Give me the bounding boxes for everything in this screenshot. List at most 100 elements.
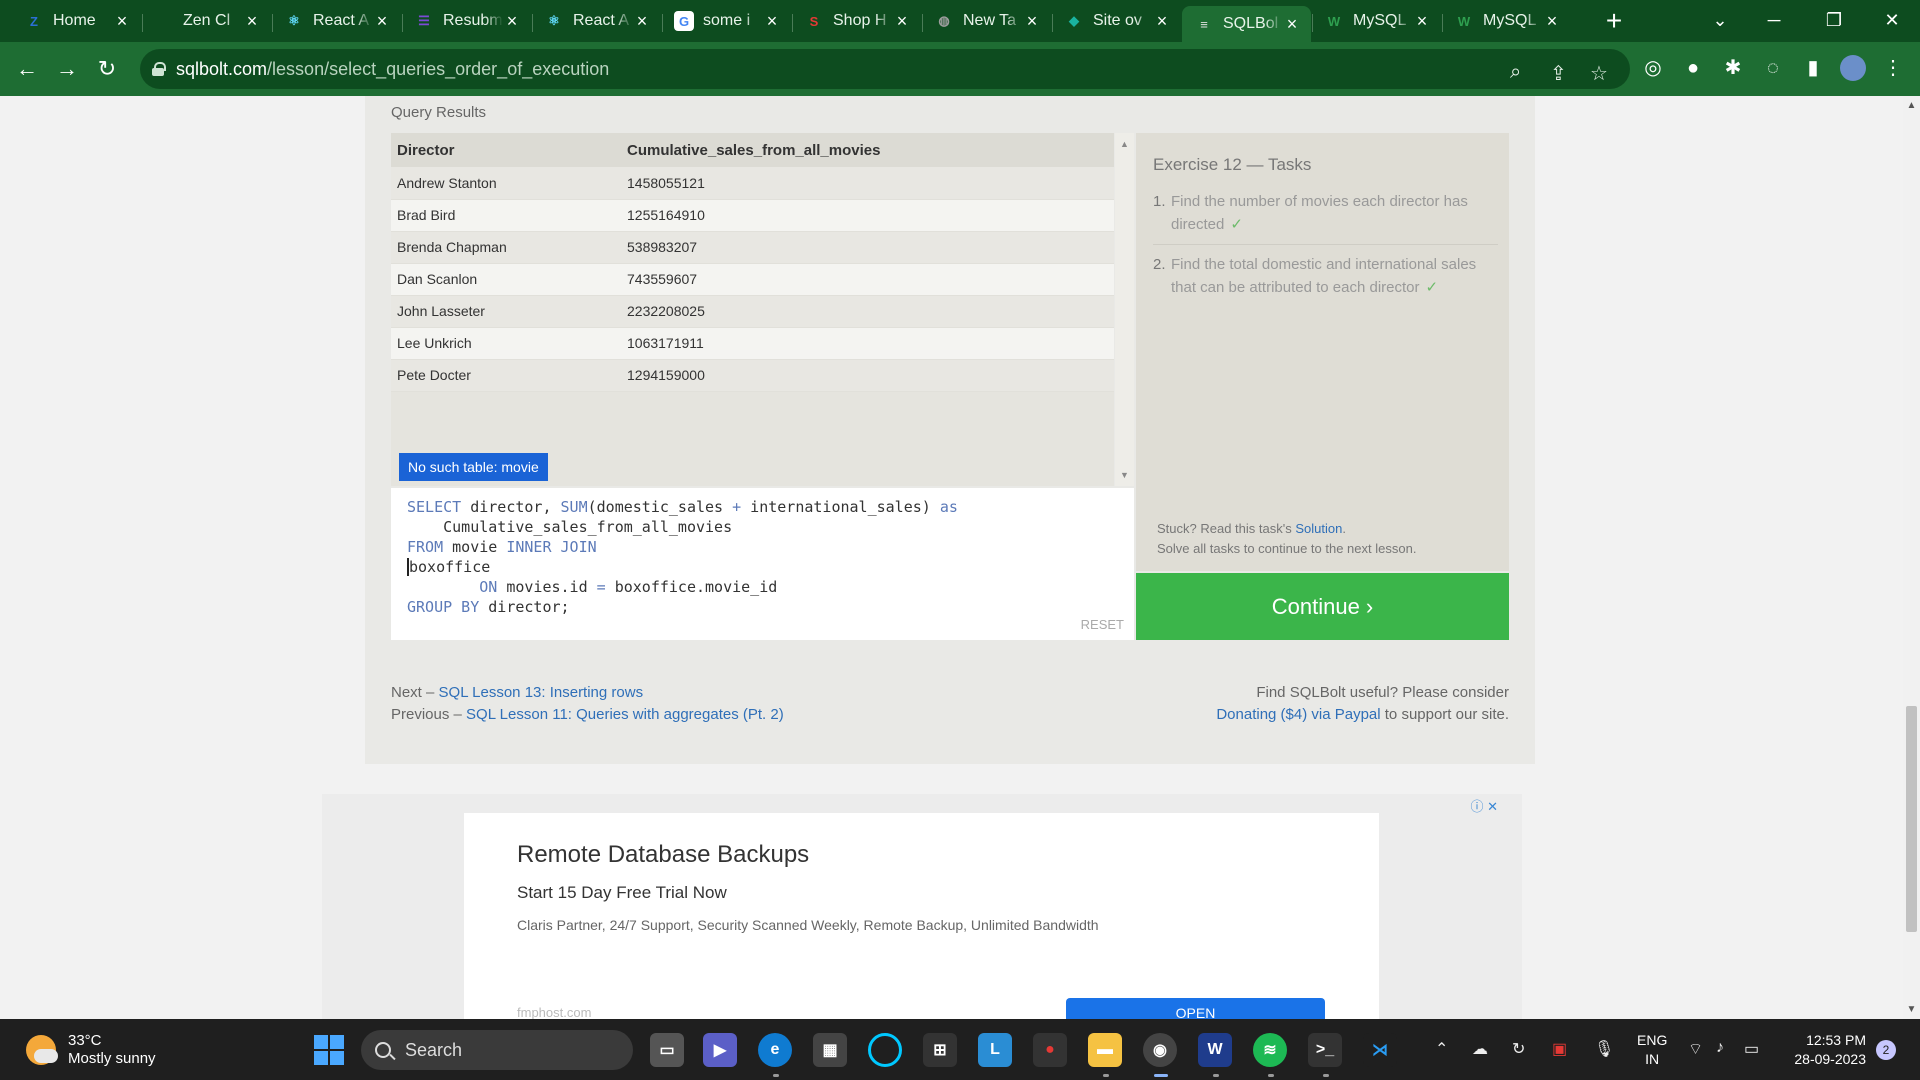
scroll-up-arrow-icon[interactable]: ▲ [1115, 139, 1134, 149]
close-tab-icon[interactable]: × [763, 11, 781, 32]
reload-icon[interactable]: ↻ [90, 52, 124, 86]
weather-widget[interactable]: 33°C Mostly sunny [26, 1032, 156, 1068]
scroll-down-arrow-icon[interactable]: ▼ [1903, 1004, 1920, 1015]
sync-icon[interactable]: ↻ [1512, 1039, 1525, 1059]
close-window-button[interactable]: ✕ [1862, 0, 1920, 40]
ad-choices-icon[interactable]: ⓘ ✕ [1470, 796, 1498, 815]
previous-lesson-link[interactable]: SQL Lesson 11: Queries with aggregates (… [466, 706, 784, 723]
browser-tab[interactable]: Z Home × [12, 4, 141, 38]
browser-tab[interactable]: S Shop H × [792, 4, 921, 38]
browser-tab[interactable]: W MySQL × [1442, 4, 1571, 38]
browser-tab[interactable]: ◍ New Ta × [922, 4, 1051, 38]
browser-tab[interactable]: Gsome i × [662, 4, 791, 38]
app-tray-icon[interactable]: ▣ [1552, 1039, 1567, 1059]
extensions-puzzle-icon[interactable]: ✱ [1720, 55, 1746, 81]
continue-button[interactable]: Continue › [1136, 573, 1509, 640]
close-tab-icon[interactable]: × [1543, 11, 1561, 32]
query-results-table: Director Cumulative_sales_from_all_movie… [391, 133, 1114, 486]
close-tab-icon[interactable]: × [243, 11, 261, 32]
browser-tab[interactable]: ☰ Resubm × [402, 4, 531, 38]
spotify-icon[interactable]: ≋ [1253, 1033, 1287, 1067]
ad-site: fmphost.com [517, 1005, 592, 1019]
url-text[interactable]: sqlbolt.com/lesson/select_queries_order_… [176, 59, 609, 80]
microsoft-store-icon[interactable]: ⊞ [923, 1033, 957, 1067]
vscode-icon[interactable]: ⋊ [1363, 1033, 1397, 1067]
extension-target-icon[interactable]: ◎ [1640, 55, 1666, 81]
menu-kebab-icon[interactable]: ⋮ [1880, 55, 1906, 81]
zoom-icon[interactable]: ⌕ [1510, 61, 1521, 84]
page-content: Query Results Director Cumulative_sales_… [0, 96, 1903, 1019]
tab-search-chevron-icon[interactable]: ⌄ [1690, 0, 1750, 40]
donate-link[interactable]: Donating ($4) via Paypal [1216, 706, 1380, 723]
cortana-icon[interactable] [868, 1033, 902, 1067]
scroll-up-arrow-icon[interactable]: ▲ [1903, 100, 1920, 111]
extension-circle-icon[interactable]: ● [1680, 55, 1706, 81]
wifi-icon[interactable]: ⌔ [1688, 1039, 1703, 1059]
close-tab-icon[interactable]: × [1283, 14, 1301, 35]
screen-recorder-icon[interactable]: ● [1033, 1033, 1067, 1067]
edge-icon[interactable]: e [758, 1033, 792, 1067]
show-hidden-icons-chevron-icon[interactable]: ⌃ [1435, 1039, 1448, 1059]
reset-button[interactable]: RESET [1081, 617, 1124, 632]
new-tab-button[interactable]: + [1598, 6, 1630, 38]
ad-title[interactable]: Remote Database Backups [517, 841, 809, 869]
next-lesson-link[interactable]: SQL Lesson 13: Inserting rows [439, 684, 644, 701]
restore-button[interactable]: ❐ [1804, 0, 1864, 40]
forward-arrow-icon[interactable]: → [50, 52, 84, 86]
system-clock[interactable]: 12:53 PM 28-09-2023 [1782, 1031, 1866, 1069]
profile-avatar[interactable] [1840, 55, 1866, 81]
temperature: 33°C [68, 1032, 102, 1049]
browser-tab[interactable]: ≡ SQLBol × [1182, 6, 1311, 42]
webstorm-icon[interactable]: W [1198, 1033, 1232, 1067]
close-tab-icon[interactable]: × [893, 11, 911, 32]
browser-tab[interactable]: ⚛ React A × [272, 4, 401, 38]
browser-tab[interactable]: Zen Cl × [142, 4, 271, 38]
l-app-icon[interactable]: L [978, 1033, 1012, 1067]
address-bar[interactable]: sqlbolt.com/lesson/select_queries_order_… [140, 49, 1630, 89]
lock-icon[interactable] [152, 62, 166, 76]
cloud-offline-icon[interactable]: ☁ [1472, 1039, 1488, 1059]
back-arrow-icon[interactable]: ← [10, 52, 44, 86]
chrome-icon[interactable]: ◉ [1143, 1033, 1177, 1067]
minimize-button[interactable]: ─ [1744, 0, 1804, 40]
support-message: Find SQLBolt useful? Please consider Don… [1216, 684, 1509, 723]
close-tab-icon[interactable]: × [113, 11, 131, 32]
file-explorer-icon[interactable]: ▬ [1088, 1033, 1122, 1067]
code-line: Cumulative_sales_from_all_movies [407, 518, 733, 536]
column-header-cumulative-sales: Cumulative_sales_from_all_movies [621, 133, 1114, 167]
code-line: FROM movie INNER JOIN [407, 538, 597, 556]
close-tab-icon[interactable]: × [633, 11, 651, 32]
terminal-icon[interactable]: >_ [1308, 1033, 1342, 1067]
close-tab-icon[interactable]: × [503, 11, 521, 32]
results-scrollbar[interactable]: ▲ ▼ [1115, 133, 1134, 486]
volume-icon[interactable]: ♪ [1716, 1039, 1724, 1057]
battery-icon[interactable]: ▭ [1744, 1039, 1759, 1059]
side-panel-icon[interactable]: ▮ [1800, 55, 1826, 81]
language-indicator[interactable]: ENG IN [1637, 1031, 1667, 1069]
bookmark-star-icon[interactable]: ☆ [1590, 61, 1608, 86]
teams-chat-icon[interactable]: ▶ [703, 1033, 737, 1067]
microphone-icon[interactable]: 🎙 [1594, 1039, 1614, 1059]
scrollbar-thumb[interactable] [1906, 706, 1917, 932]
close-tab-icon[interactable]: × [1023, 11, 1041, 32]
photos-app-icon[interactable]: ▦ [813, 1033, 847, 1067]
ad-open-button[interactable]: OPEN [1066, 998, 1325, 1019]
close-tab-icon[interactable]: × [373, 11, 391, 32]
sql-editor[interactable]: SELECT director, SUM(domestic_sales + in… [391, 488, 1134, 640]
browser-tab[interactable]: ◆ Site ov × [1052, 4, 1181, 38]
advertisement[interactable]: Remote Database Backups Start 15 Day Fre… [464, 813, 1379, 1019]
browser-tab[interactable]: W MySQL × [1312, 4, 1441, 38]
close-tab-icon[interactable]: × [1413, 11, 1431, 32]
page-scrollbar[interactable]: ▲ ▼ [1903, 96, 1920, 1019]
share-icon[interactable]: ⇪ [1550, 61, 1567, 86]
close-tab-icon[interactable]: × [1153, 11, 1171, 32]
task-view-icon[interactable]: ▭ [650, 1033, 684, 1067]
taskbar-search[interactable]: Search [361, 1030, 633, 1070]
notification-badge[interactable]: 2 [1876, 1040, 1896, 1060]
scroll-down-arrow-icon[interactable]: ▼ [1115, 470, 1134, 480]
browser-tab[interactable]: ⚛ React A × [532, 4, 661, 38]
solve-all-text: Solve all tasks to continue to the next … [1157, 541, 1417, 556]
solution-link[interactable]: Solution [1295, 521, 1342, 536]
start-windows-icon[interactable] [314, 1035, 344, 1065]
extension-swirl-icon[interactable]: ◌ [1760, 55, 1786, 81]
